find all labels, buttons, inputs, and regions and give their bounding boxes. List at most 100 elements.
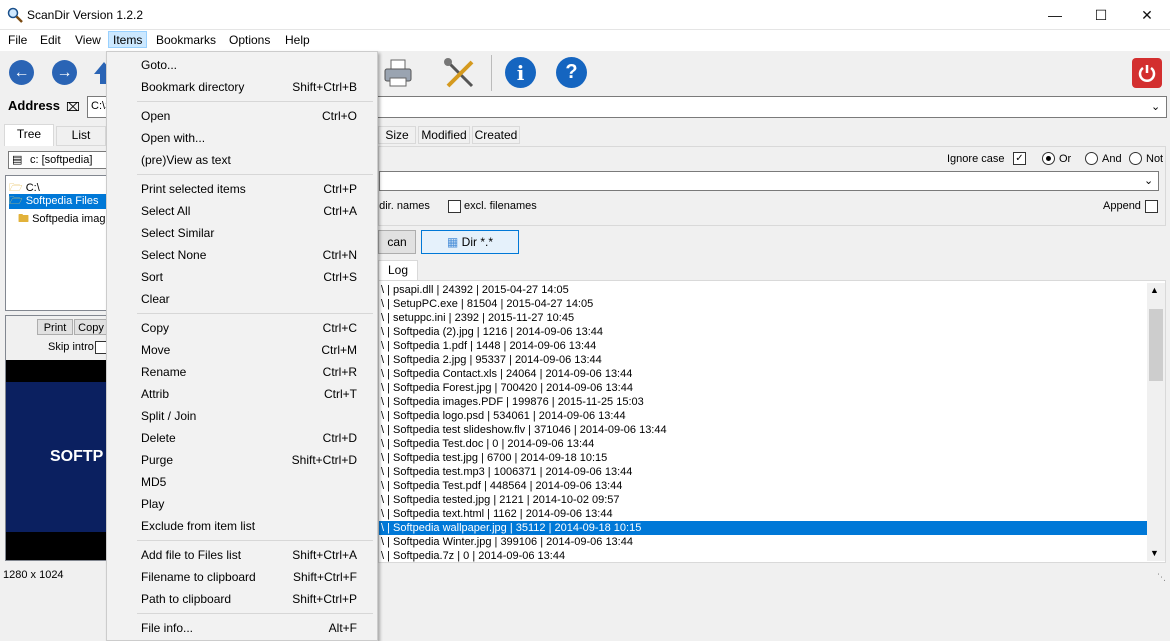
print-preview-button[interactable]: Print [37, 319, 73, 335]
print-button[interactable] [382, 57, 414, 89]
scroll-up-icon[interactable]: ▲ [1150, 285, 1159, 295]
column-created[interactable]: Created [472, 126, 520, 144]
scroll-down-icon[interactable]: ▼ [1150, 548, 1159, 558]
menu-item-clear[interactable]: Clear [109, 288, 375, 310]
minimize-icon[interactable]: — [1032, 0, 1078, 30]
up-button[interactable] [93, 60, 107, 86]
column-size[interactable]: Size [378, 126, 416, 144]
tab-log[interactable]: Log [378, 260, 418, 280]
menu-items[interactable]: Items [108, 31, 148, 48]
menu-item-open[interactable]: Open Ctrl+O [109, 105, 375, 127]
menu-item-select-all[interactable]: Select All Ctrl+A [109, 200, 375, 222]
resize-grip-icon[interactable]: ⋱ [1157, 572, 1166, 583]
result-row[interactable]: \ | psapi.dll | 24392 | 2015-04-27 14:05 [379, 283, 1147, 297]
menu-item-copy[interactable]: Copy Ctrl+C [109, 317, 375, 339]
excl-filenames-checkbox[interactable] [448, 200, 461, 213]
menu-file[interactable]: File [4, 33, 31, 50]
menu-item-play[interactable]: Play [109, 493, 375, 515]
menu-help[interactable]: Help [281, 33, 314, 50]
folder-tree[interactable]: 🗁 C:\ 🗁 Softpedia Files 🖿 Softpedia imag [5, 175, 109, 311]
result-row[interactable]: \ | Softpedia tested.jpg | 2121 | 2014-1… [379, 493, 1147, 507]
results-list[interactable]: \ | psapi.dll | 24392 | 2015-04-27 14:05… [378, 280, 1166, 563]
result-row[interactable]: \ | setuppc.ini | 2392 | 2015-11-27 10:4… [379, 311, 1147, 325]
result-row[interactable]: \ | Softpedia logo.psd | 534061 | 2014-0… [379, 409, 1147, 423]
result-row[interactable]: \ | Softpedia Test.pdf | 448564 | 2014-0… [379, 479, 1147, 493]
filter-input[interactable]: ⌄ [379, 171, 1159, 191]
result-row[interactable]: \ | Softpedia 2.jpg | 95337 | 2014-09-06… [379, 353, 1147, 367]
menu-view[interactable]: View [71, 33, 105, 50]
menu-edit[interactable]: Edit [36, 33, 65, 50]
menu-item-move[interactable]: Move Ctrl+M [109, 339, 375, 361]
result-row[interactable]: \ | Softpedia Test.doc | 0 | 2014-09-06 … [379, 437, 1147, 451]
radio-or-label: Or [1059, 153, 1072, 165]
menu-item-pre-view-as-text[interactable]: (pre)View as text [109, 149, 375, 171]
result-row[interactable]: \ | Softpedia 1.pdf | 1448 | 2014-09-06 … [379, 339, 1147, 353]
window-title: ScanDir Version 1.2.2 [27, 8, 144, 22]
copy-preview-button[interactable]: Copy [74, 319, 108, 335]
radio-and[interactable] [1085, 152, 1098, 165]
exit-button[interactable] [1132, 58, 1162, 88]
menu-item-bookmark-directory[interactable]: Bookmark directory Shift+Ctrl+B [109, 76, 375, 98]
chevron-down-icon[interactable]: ⌄ [1144, 174, 1153, 187]
scan-button[interactable]: can [378, 230, 416, 254]
scrollbar-thumb[interactable] [1149, 309, 1163, 381]
menu-bookmarks[interactable]: Bookmarks [152, 33, 220, 50]
tree-item[interactable]: 🖿 Softpedia imag [18, 210, 105, 229]
result-row[interactable]: \ | Softpedia text.html | 1162 | 2014-09… [379, 507, 1147, 521]
help-question-icon: ? [556, 57, 587, 88]
help-button[interactable]: ? [556, 57, 587, 88]
power-icon [1138, 65, 1156, 82]
result-row[interactable]: \ | Softpedia (2).jpg | 1216 | 2014-09-0… [379, 325, 1147, 339]
result-row[interactable]: \ | SetupPC.exe | 81504 | 2015-04-27 14:… [379, 297, 1147, 311]
menu-item-sort[interactable]: Sort Ctrl+S [109, 266, 375, 288]
radio-not[interactable] [1129, 152, 1142, 165]
drive-select[interactable]: ▤ c: [softpedia] [8, 151, 108, 169]
tree-item[interactable]: 🗁 Softpedia Files [9, 194, 109, 209]
menu-item-md5[interactable]: MD5 [109, 471, 375, 493]
menu-item-select-none[interactable]: Select None Ctrl+N [109, 244, 375, 266]
result-row[interactable]: \ | Softpedia wallpaper.jpg | 35112 | 20… [379, 521, 1147, 535]
clear-address-icon[interactable]: ⌧ [66, 100, 82, 114]
menu-item-split-join[interactable]: Split / Join [109, 405, 375, 427]
result-row[interactable]: \ | Softpedia test.jpg | 6700 | 2014-09-… [379, 451, 1147, 465]
menu-item-print-selected-items[interactable]: Print selected items Ctrl+P [109, 178, 375, 200]
dir-button[interactable]: ▦ Dir *.* [421, 230, 519, 254]
forward-button[interactable]: → [52, 60, 77, 85]
append-checkbox[interactable] [1145, 200, 1158, 213]
result-row[interactable]: \ | Softpedia images.PDF | 199876 | 2015… [379, 395, 1147, 409]
radio-or[interactable] [1042, 152, 1055, 165]
menu-item-add-file-to-files-list[interactable]: Add file to Files list Shift+Ctrl+A [109, 544, 375, 566]
menu-item-label: MD5 [141, 475, 167, 489]
tools-button[interactable] [443, 57, 477, 91]
menu-item-rename[interactable]: Rename Ctrl+R [109, 361, 375, 383]
result-row[interactable]: \ | Softpedia Forest.jpg | 700420 | 2014… [379, 381, 1147, 395]
menu-item-label: Open [141, 109, 171, 123]
tab-tree[interactable]: Tree [4, 124, 54, 146]
result-row[interactable]: \ | Softpedia test.mp3 | 1006371 | 2014-… [379, 465, 1147, 479]
menu-item-open-with[interactable]: Open with... [109, 127, 375, 149]
menu-item-attrib[interactable]: Attrib Ctrl+T [109, 383, 375, 405]
result-row[interactable]: \ | Softpedia Winter.jpg | 399106 | 2014… [379, 535, 1147, 549]
result-row[interactable]: \ | Softpedia.7z | 0 | 2014-09-06 13:44 [379, 549, 1147, 562]
result-row[interactable]: \ | Softpedia test slideshow.flv | 37104… [379, 423, 1147, 437]
menu-item-path-to-clipboard[interactable]: Path to clipboard Shift+Ctrl+P [109, 588, 375, 610]
menu-item-purge[interactable]: Purge Shift+Ctrl+D [109, 449, 375, 471]
ignore-case-checkbox[interactable]: ✓ [1013, 152, 1026, 165]
back-button[interactable]: ← [9, 60, 34, 85]
info-button[interactable]: i [505, 57, 536, 88]
tab-list[interactable]: List [56, 126, 106, 146]
close-icon[interactable]: ✕ [1124, 0, 1170, 30]
menu-item-exclude-from-item-list[interactable]: Exclude from item list [109, 515, 375, 537]
menu-options[interactable]: Options [225, 33, 274, 50]
chevron-down-icon[interactable]: ⌄ [1151, 100, 1160, 113]
maximize-icon[interactable]: ☐ [1078, 0, 1124, 30]
menu-item-label: Print selected items [141, 182, 246, 196]
menu-item-delete[interactable]: Delete Ctrl+D [109, 427, 375, 449]
menu-item-goto[interactable]: Goto... [109, 54, 375, 76]
menu-item-filename-to-clipboard[interactable]: Filename to clipboard Shift+Ctrl+F [109, 566, 375, 588]
menu-item-select-similar[interactable]: Select Similar [109, 222, 375, 244]
column-modified[interactable]: Modified [418, 126, 470, 144]
result-row[interactable]: \ | Softpedia Contact.xls | 24064 | 2014… [379, 367, 1147, 381]
menu-item-file-info[interactable]: File info... Alt+F [109, 617, 375, 639]
results-scrollbar[interactable]: ▲ ▼ [1147, 283, 1165, 561]
